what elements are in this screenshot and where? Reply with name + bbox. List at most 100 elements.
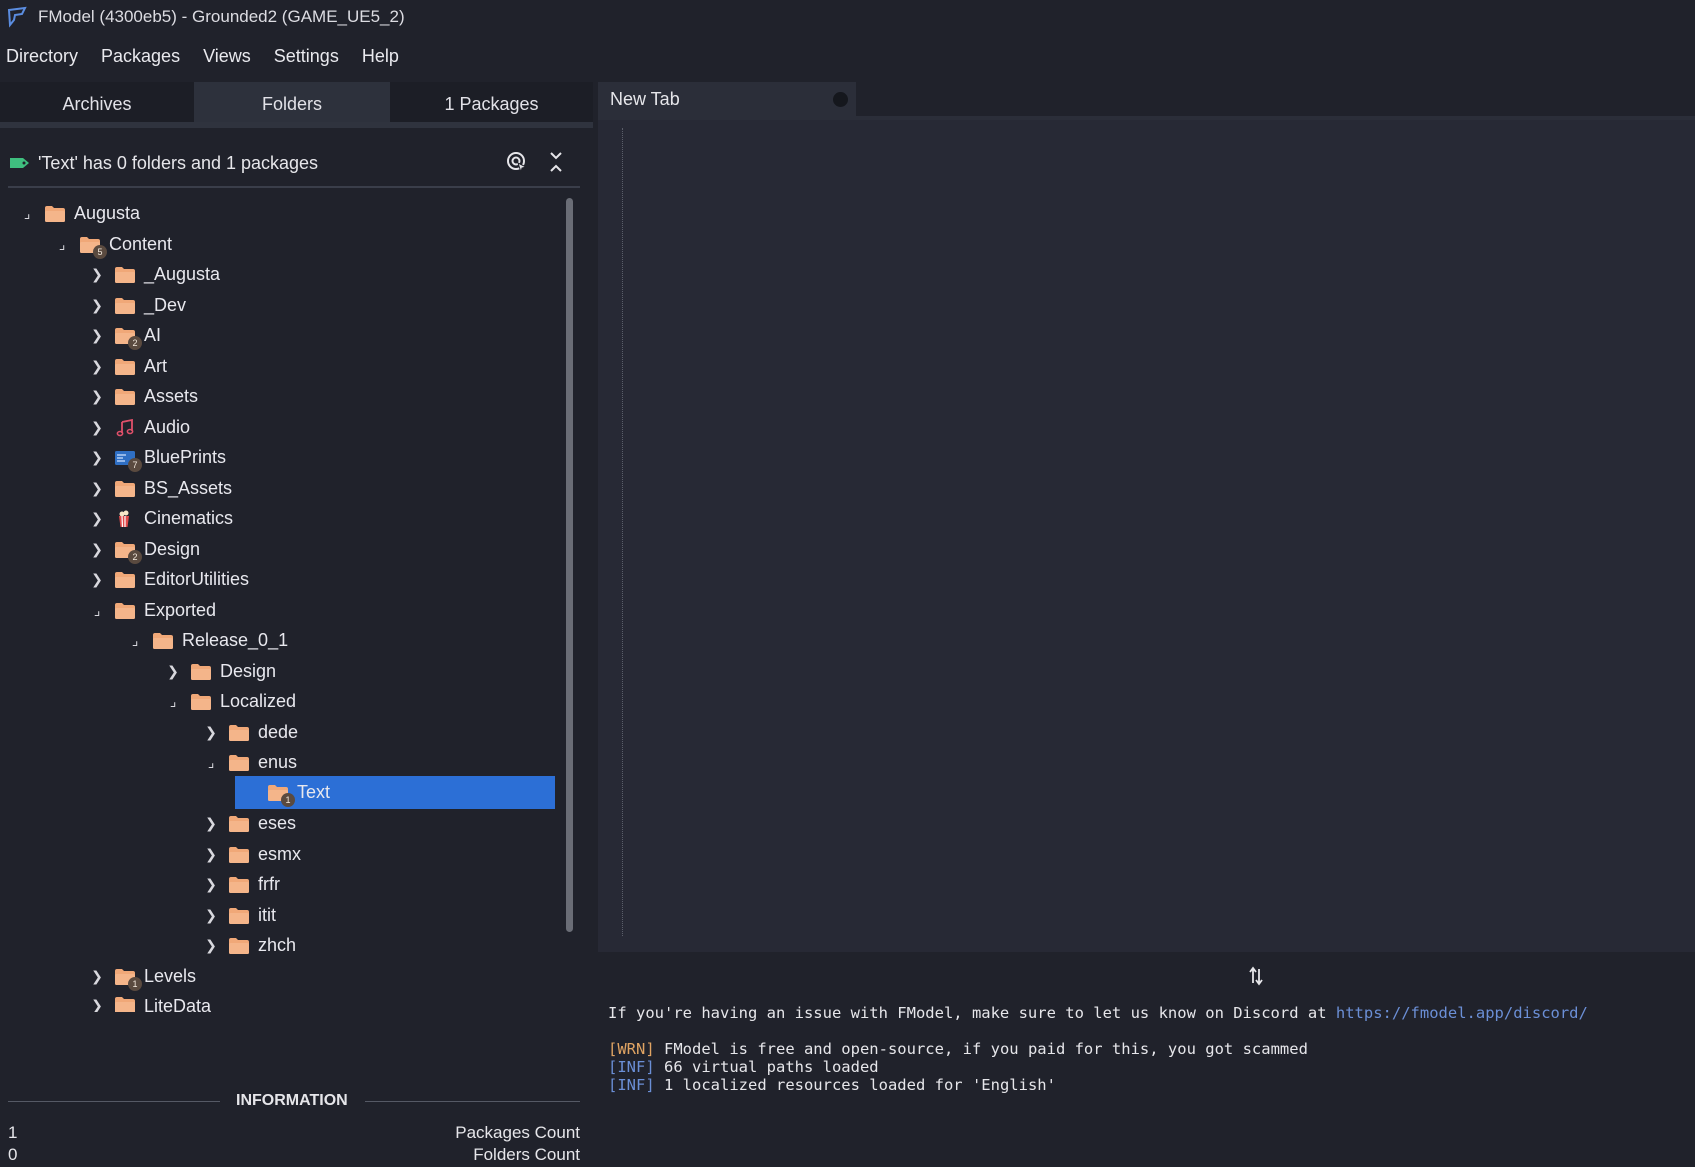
log-level-info: [INF]: [608, 1076, 655, 1094]
tree-node-frfr[interactable]: ❯ frfr: [202, 868, 280, 901]
tree-node-text-selected[interactable]: 1 Text: [235, 776, 555, 809]
chevron-right-icon[interactable]: ❯: [88, 996, 106, 1013]
tree-node-design[interactable]: ❯ 2 Design: [88, 533, 200, 566]
tree-node-itit[interactable]: ❯ itit: [202, 899, 276, 932]
chevron-right-icon[interactable]: ❯: [164, 663, 182, 681]
chevron-right-icon[interactable]: ❯: [88, 449, 106, 467]
tree-node-label: BS_Assets: [144, 478, 233, 498]
tree-node-label: dede: [258, 722, 299, 742]
menu-help[interactable]: Help: [351, 46, 411, 67]
chevron-right-icon[interactable]: ❯: [88, 480, 106, 498]
tree-node-content[interactable]: ⌟ 5 Content: [53, 228, 172, 261]
tree-node-enus[interactable]: ⌟ enus: [202, 746, 297, 779]
menu-views[interactable]: Views: [192, 46, 263, 67]
menu-settings[interactable]: Settings: [263, 46, 351, 67]
folder-icon: 2: [114, 541, 142, 564]
folder-icon: [114, 602, 136, 620]
folder-icon: [228, 846, 250, 864]
folder-icon: [190, 693, 212, 711]
tree-node-bs-assets[interactable]: ❯ BS_Assets: [88, 472, 232, 505]
packages-count-value: 1: [8, 1123, 18, 1142]
tree-node-editorutilities[interactable]: ❯ EditorUtilities: [88, 563, 249, 596]
tree-node-litedata[interactable]: ❯ LiteData: [88, 990, 211, 1012]
chevron-right-icon[interactable]: ❯: [202, 937, 220, 955]
chevron-right-icon[interactable]: ❯: [88, 571, 106, 589]
chevron-right-icon[interactable]: ❯: [202, 724, 220, 742]
expanded-icon[interactable]: ⌟: [164, 693, 182, 711]
folder-summary-text: 'Text' has 0 folders and 1 packages: [38, 152, 319, 173]
chevron-right-icon[interactable]: ❯: [88, 510, 106, 528]
tree-scrollbar[interactable]: [566, 198, 573, 932]
tree-node-label: Design: [144, 539, 201, 559]
tree-node-label: zhch: [258, 935, 297, 955]
tree-node-label: BluePrints: [144, 447, 227, 467]
tree-node-blueprints[interactable]: ❯ 7 BluePrints: [88, 441, 226, 474]
tree-node-esmx[interactable]: ❯ esmx: [202, 838, 301, 871]
tree-node-augusta-sub[interactable]: ❯ _Augusta: [88, 258, 220, 291]
tree-node-label: LiteData: [144, 996, 212, 1012]
expanded-icon[interactable]: ⌟: [53, 236, 71, 254]
tree-node-label: _Augusta: [144, 264, 221, 284]
tab-packages[interactable]: 1 Packages: [390, 82, 593, 126]
tree-node-label: AI: [144, 325, 162, 345]
tree-node-art[interactable]: ❯ Art: [88, 350, 167, 383]
swap-vertical-icon[interactable]: [1248, 966, 1264, 986]
title-bar: FModel (4300eb5) - Grounded2 (GAME_UE5_2…: [0, 0, 1695, 34]
chevron-right-icon[interactable]: ❯: [88, 266, 106, 284]
chevron-right-icon[interactable]: ❯: [88, 541, 106, 559]
expanded-icon[interactable]: ⌟: [126, 632, 144, 650]
expanded-icon[interactable]: ⌟: [202, 754, 220, 772]
menu-directory[interactable]: Directory: [0, 46, 90, 67]
tab-archives[interactable]: Archives: [0, 82, 194, 126]
tree-node-ai[interactable]: ❯ 2 AI: [88, 319, 161, 352]
chevron-right-icon[interactable]: ❯: [88, 388, 106, 406]
document-tab[interactable]: New Tab: [598, 82, 856, 116]
close-tab-icon[interactable]: [833, 92, 848, 107]
discord-link[interactable]: https://fmodel.app/discord/: [1336, 1004, 1588, 1022]
log-text: FModel is free and open-source, if you p…: [654, 1040, 1308, 1058]
panel-splitter[interactable]: [598, 956, 1695, 996]
tree-node-cinematics[interactable]: ❯ Cinematics: [88, 502, 233, 535]
collapse-all-icon[interactable]: [547, 151, 565, 173]
tree-node-release-design[interactable]: ❯ Design: [164, 655, 276, 688]
chevron-right-icon[interactable]: ❯: [88, 419, 106, 437]
menu-packages[interactable]: Packages: [90, 46, 192, 67]
tree-node-dede[interactable]: ❯ dede: [202, 716, 298, 749]
chevron-right-icon[interactable]: ❯: [202, 907, 220, 925]
chevron-right-icon[interactable]: ❯: [202, 876, 220, 894]
tab-folders[interactable]: Folders: [194, 82, 390, 126]
tabs-underline: [0, 122, 593, 128]
chevron-right-icon[interactable]: ❯: [88, 358, 106, 376]
folder-icon: [190, 663, 212, 681]
chevron-right-icon[interactable]: ❯: [202, 846, 220, 864]
folder-icon: 1: [267, 784, 295, 807]
chevron-right-icon[interactable]: ❯: [88, 327, 106, 345]
editor-area[interactable]: [598, 120, 1695, 952]
locate-target-icon[interactable]: [505, 150, 529, 174]
tree-node-assets[interactable]: ❯ Assets: [88, 380, 198, 413]
tree-node-label: Audio: [144, 417, 191, 437]
chevron-right-icon[interactable]: ❯: [88, 297, 106, 315]
tree-node-levels[interactable]: ❯ 1 Levels: [88, 960, 196, 993]
tree-node-zhch[interactable]: ❯ zhch: [202, 929, 296, 962]
log-console[interactable]: If you're having an issue with FModel, m…: [598, 996, 1695, 1167]
chevron-right-icon[interactable]: ❯: [202, 815, 220, 833]
expanded-icon[interactable]: ⌟: [88, 602, 106, 620]
document-tab-bar: New Tab: [598, 82, 1695, 116]
tree-node-localized[interactable]: ⌟ Localized: [164, 685, 296, 718]
tree-node-exported[interactable]: ⌟ Exported: [88, 594, 216, 627]
chevron-right-icon[interactable]: ❯: [88, 968, 106, 986]
folder-icon: [228, 815, 250, 833]
console-intro-line: If you're having an issue with FModel, m…: [608, 1004, 1588, 1022]
blueprint-icon: 7: [114, 449, 142, 472]
tree-node-augusta[interactable]: ⌟ Augusta: [18, 197, 140, 230]
count-badge: 2: [128, 549, 142, 564]
expanded-icon[interactable]: ⌟: [18, 205, 36, 223]
tree-node-audio[interactable]: ❯ Audio: [88, 411, 190, 444]
tree-node-dev[interactable]: ❯ _Dev: [88, 289, 186, 322]
tree-node-eses[interactable]: ❯ eses: [202, 807, 296, 840]
tree-node-label: Assets: [144, 386, 199, 406]
log-level-info: [INF]: [608, 1058, 655, 1076]
console-log-line: [INF] 66 virtual paths loaded: [608, 1058, 879, 1076]
tree-node-release[interactable]: ⌟ Release_0_1: [126, 624, 288, 657]
